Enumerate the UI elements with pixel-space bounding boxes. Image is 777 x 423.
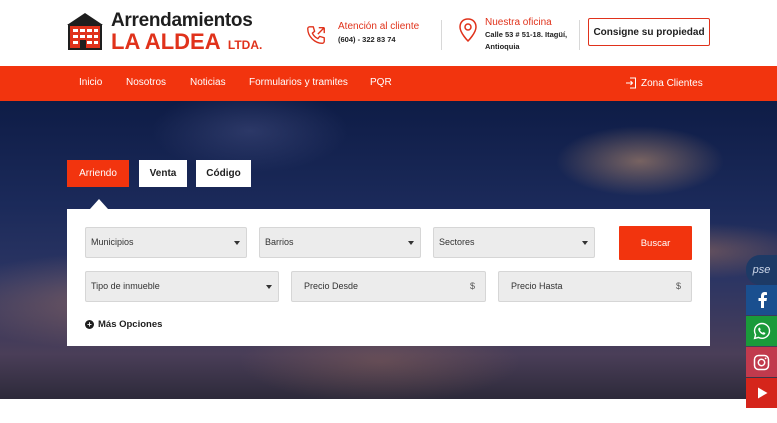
property-type-label: Tipo de inmueble <box>91 281 160 291</box>
office-title: Nuestra oficina <box>485 17 552 28</box>
pse-logo-icon: pse <box>752 264 771 276</box>
chevron-down-icon <box>234 241 240 245</box>
phone-icon <box>307 26 325 44</box>
page: Arrendamientos LA ALDEA LTDA. Atención a… <box>0 0 777 423</box>
house-logo-icon <box>67 13 103 50</box>
active-tab-pointer <box>90 199 108 209</box>
price-from-input[interactable]: Precio Desde $ <box>291 271 486 302</box>
youtube-button[interactable] <box>746 378 777 408</box>
dollar-icon: $ <box>469 281 475 291</box>
facebook-button[interactable] <box>746 285 777 315</box>
nav-item-nosotros[interactable]: Nosotros <box>126 77 166 88</box>
instagram-button[interactable] <box>746 347 777 377</box>
chevron-down-icon <box>266 285 272 289</box>
map-pin-icon <box>459 18 477 42</box>
search-panel: Municipios Barrios Sectores Buscar Tipo … <box>67 209 710 346</box>
office-address-line2: Antioquia <box>485 42 520 51</box>
brand-subname: LA ALDEA LTDA. <box>111 29 262 55</box>
property-type-select[interactable]: Tipo de inmueble <box>85 271 279 302</box>
more-options-toggle[interactable]: + Más Opciones <box>85 319 162 330</box>
tab-venta[interactable]: Venta <box>139 160 187 187</box>
municipios-select[interactable]: Municipios <box>85 227 247 258</box>
header-divider <box>579 20 580 50</box>
search-button[interactable]: Buscar <box>619 226 692 260</box>
office-address-line1: Calle 53 # 51-18. Itagüí, <box>485 30 568 39</box>
contact-title: Atención al cliente <box>338 21 420 32</box>
youtube-icon <box>757 387 767 399</box>
main-nav: Inicio Nosotros Noticias Formularios y t… <box>0 66 777 101</box>
header-divider <box>441 20 442 50</box>
price-from-label: Precio Desde <box>304 281 359 291</box>
brand-logo[interactable]: Arrendamientos LA ALDEA LTDA. <box>66 10 266 54</box>
nav-item-formularios[interactable]: Formularios y tramites <box>249 77 348 88</box>
chevron-down-icon <box>582 241 588 245</box>
plus-circle-icon: + <box>85 320 94 329</box>
login-icon <box>626 77 636 89</box>
consign-property-button[interactable]: Consigne su propiedad <box>588 18 710 46</box>
tab-arriendo[interactable]: Arriendo <box>67 160 129 187</box>
pse-payment-button[interactable]: pse <box>746 255 777 285</box>
instagram-icon <box>753 354 770 370</box>
nav-item-inicio[interactable]: Inicio <box>79 77 102 88</box>
municipios-label: Municipios <box>91 237 134 247</box>
sectores-label: Sectores <box>439 237 475 247</box>
price-to-label: Precio Hasta <box>511 281 563 291</box>
client-zone-link[interactable]: Zona Clientes <box>625 76 703 90</box>
whatsapp-button[interactable] <box>746 316 777 346</box>
site-header: Arrendamientos LA ALDEA LTDA. Atención a… <box>0 0 777 66</box>
price-to-input[interactable]: Precio Hasta $ <box>498 271 692 302</box>
sectores-select[interactable]: Sectores <box>433 227 595 258</box>
contact-phone[interactable]: (604) - 322 83 74 <box>338 35 396 44</box>
nav-item-noticias[interactable]: Noticias <box>190 77 226 88</box>
client-zone-label: Zona Clientes <box>641 77 703 89</box>
facebook-icon <box>758 292 767 308</box>
more-options-label: Más Opciones <box>98 319 163 330</box>
dollar-icon: $ <box>675 281 681 291</box>
whatsapp-icon <box>753 322 770 340</box>
brand-suffix: LTDA. <box>227 38 263 52</box>
barrios-select[interactable]: Barrios <box>259 227 421 258</box>
chevron-down-icon <box>408 241 414 245</box>
barrios-label: Barrios <box>265 237 294 247</box>
brand-subname-text: LA ALDEA <box>111 29 220 54</box>
tab-codigo[interactable]: Código <box>196 160 251 187</box>
nav-item-pqr[interactable]: PQR <box>370 77 392 88</box>
hero-bottom-strip <box>0 399 777 423</box>
